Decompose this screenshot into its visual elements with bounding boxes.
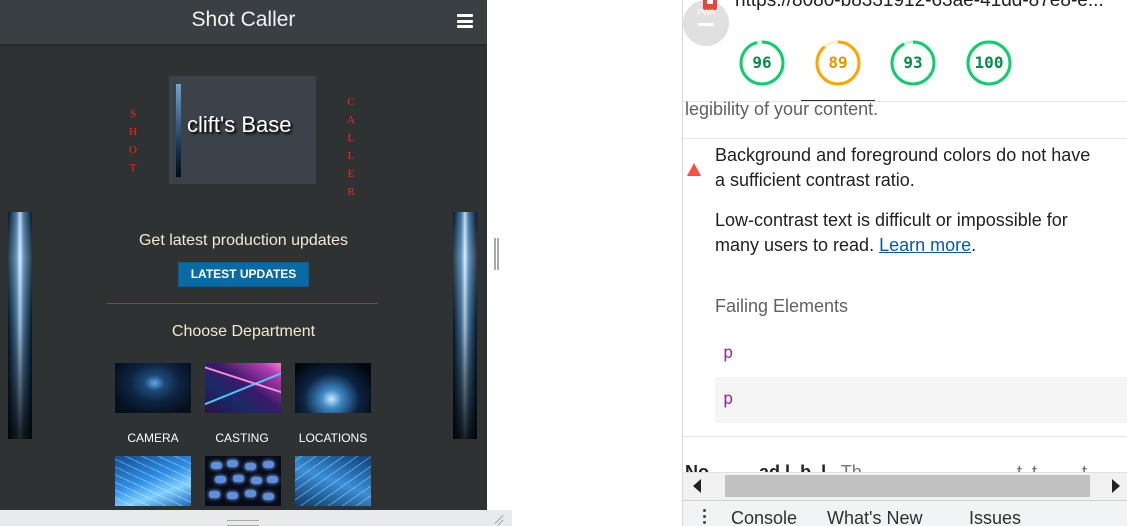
score-gauge-best-practices[interactable]: 93 [890,40,936,86]
base-title: clift's Base [187,112,292,137]
score-value: 96 [752,53,772,72]
latest-updates-button[interactable]: LATEST UPDATES [178,262,309,287]
department-tile-camera[interactable] [115,363,191,413]
vertical-letter: A [347,114,355,126]
vertical-letter: C [347,96,355,108]
score-gauge-seo[interactable]: 100 [966,40,1012,86]
base-card-accent [176,84,181,177]
divider [683,436,1127,437]
vertical-letter: S [129,108,137,120]
report-url[interactable]: https://8080-b8331912-63ae-41dd-87e8-e..… [735,0,1104,12]
audit-description-period: . [971,235,977,255]
vertical-letter: E [347,168,355,180]
emulator-corner-resize-icon[interactable] [493,513,505,525]
emulator-gutter [487,0,512,510]
mobile-app-viewport: Shot Caller SHOT CALLER clift's Base Get… [0,0,487,510]
department-label-camera[interactable]: CAMERA [108,431,198,445]
department-label-casting[interactable]: CASTING [197,431,287,445]
devtools-drawer-tabbar: Console What's New Issues [683,500,1127,526]
fail-triangle-icon [687,163,701,176]
score-value: 100 [974,53,1004,72]
scrollbar-thumb[interactable] [725,475,1090,497]
audit-title[interactable]: Background and foreground colors do not … [715,145,1090,166]
previous-audit-text: legibility of your content. [685,99,879,119]
failing-element-row[interactable]: p [715,377,1127,423]
pwa-label: PWA [697,8,715,17]
vertical-letter: O [129,144,137,156]
department-tile[interactable] [115,456,191,506]
drawer-menu-icon[interactable] [703,509,706,526]
tab-issues[interactable]: Issues [969,508,1021,526]
department-tile[interactable] [205,456,281,506]
scroll-right-arrow-icon[interactable] [1112,479,1120,493]
vertical-letter: H [129,126,137,138]
score-value: 93 [903,53,923,72]
audit-description: Low-contrast text is difficult or imposs… [715,210,1068,230]
tab-whats-new[interactable]: What's New [827,508,922,526]
score-gauge-performance[interactable]: 96 [739,40,785,86]
department-tile-locations[interactable] [295,363,371,413]
failing-element-code: p [723,343,734,363]
app-header: Shot Caller [0,0,487,46]
audit-title-continued[interactable]: a sufficient contrast ratio. [715,170,915,191]
horizontal-scrollbar[interactable] [683,472,1127,500]
failing-element-row[interactable]: p [715,331,1127,377]
tab-console[interactable]: Console [731,508,797,526]
vertical-text-caller: CALLER [345,93,357,201]
divider [107,303,378,304]
app-title: Shot Caller [191,8,296,31]
hamburger-menu-icon[interactable] [457,14,473,28]
audit-description-text: many users to read. [715,235,880,255]
devtools-panel: https://8080-b8331912-63ae-41dd-87e8-e..… [682,0,1127,526]
score-value: 89 [828,53,848,72]
vertical-text-shot: SHOT [127,105,139,177]
emulator-resize-handle[interactable] [494,238,499,270]
department-tile[interactable] [295,456,371,506]
score-gauge-accessibility[interactable]: 89 [815,40,861,86]
divider [683,138,1127,139]
base-card: clift's Base [169,76,316,184]
report-url-bar: https://8080-b8331912-63ae-41dd-87e8-e..… [683,0,1127,18]
updates-text: Get latest production updates [138,232,349,249]
learn-more-link[interactable]: Learn more [879,235,971,255]
failing-elements-heading: Failing Elements [715,296,849,316]
vertical-letter: L [347,132,355,144]
department-tile-casting[interactable] [205,363,281,413]
scroll-left-arrow-icon[interactable] [693,479,701,493]
audit-description-continued: many users to read. Learn more. [715,235,976,256]
vertical-letter: T [129,162,137,174]
pwa-dash-icon [698,23,714,26]
department-label-locations[interactable]: LOCATIONS [288,431,378,445]
failing-element-code: p [723,389,734,409]
department-heading: Choose Department [171,323,316,340]
vertical-letter: R [347,186,355,198]
vertical-letter: L [347,150,355,162]
emulator-height-handle[interactable] [227,520,259,526]
